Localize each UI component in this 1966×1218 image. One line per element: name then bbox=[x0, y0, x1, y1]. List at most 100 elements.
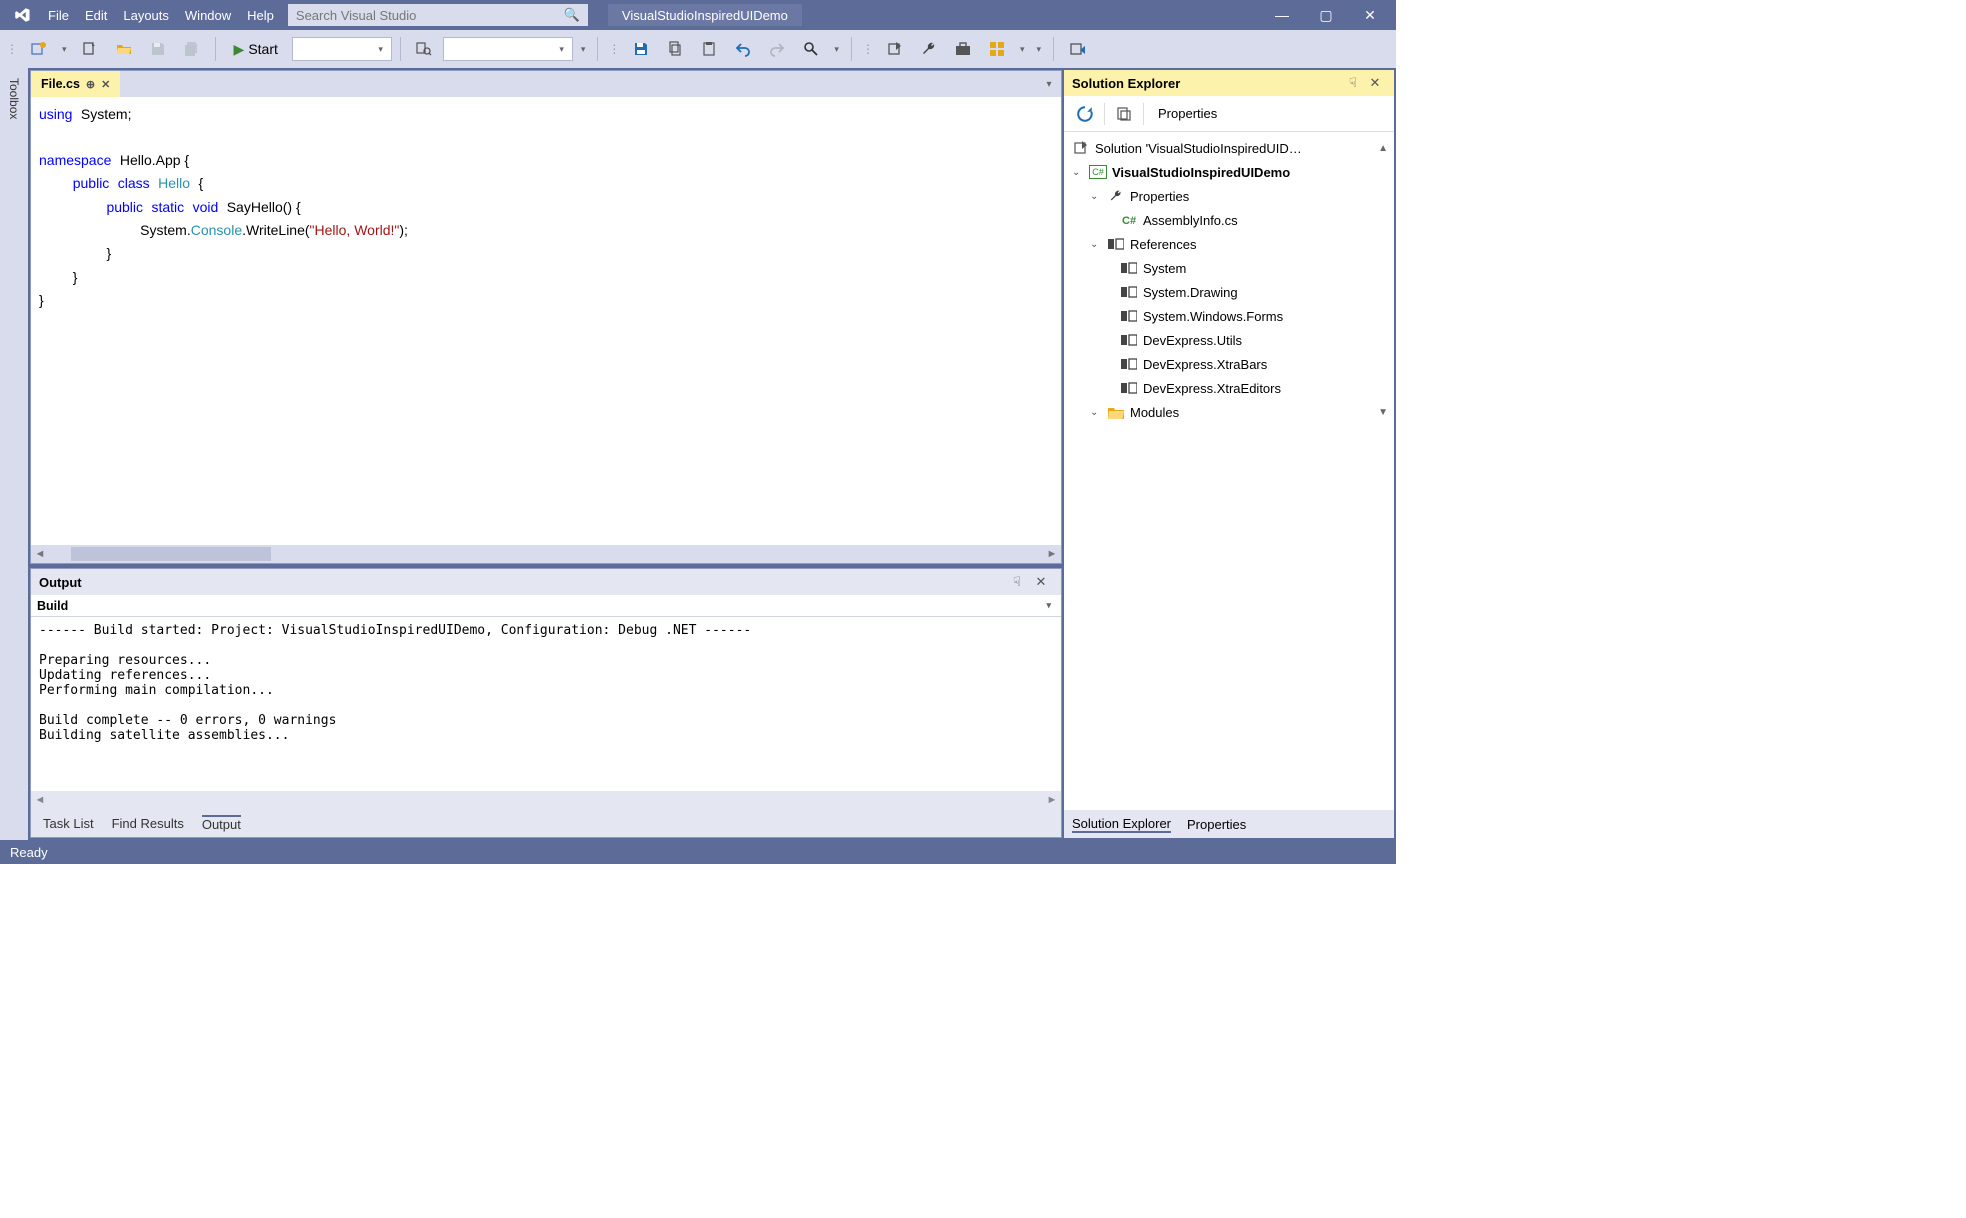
import-button[interactable] bbox=[1062, 34, 1092, 64]
scroll-thumb[interactable] bbox=[71, 547, 271, 561]
close-tab-icon[interactable]: ✕ bbox=[101, 78, 110, 91]
chevron-down-icon[interactable]: ⌄ bbox=[1072, 167, 1084, 178]
undo-button[interactable] bbox=[728, 34, 758, 64]
tree-reference-item[interactable]: DevExpress.Utils bbox=[1064, 328, 1394, 352]
tree-reference-item[interactable]: DevExpress.XtraBars bbox=[1064, 352, 1394, 376]
tab-overflow-button[interactable]: ▾ bbox=[1037, 71, 1061, 97]
main-toolbar: ⋮ ▾ ▶Start ▾ ▾ ▾ ⋮ ▾ ⋮ ▾ ▾ bbox=[0, 30, 1396, 68]
refresh-button[interactable] bbox=[1070, 99, 1100, 129]
config-dropdown[interactable]: ▾ bbox=[292, 37, 392, 61]
toolbox-button[interactable] bbox=[948, 34, 978, 64]
tree-reference-item[interactable]: System.Windows.Forms bbox=[1064, 304, 1394, 328]
save-all-button[interactable] bbox=[177, 34, 207, 64]
copy-button[interactable] bbox=[660, 34, 690, 64]
side-tab-solution-explorer[interactable]: Solution Explorer bbox=[1072, 816, 1171, 833]
save-button-2[interactable] bbox=[626, 34, 656, 64]
code-editor: File.cs ⊕ ✕ ▾ using System; namespace He… bbox=[30, 70, 1062, 564]
svg-text:C#: C# bbox=[1092, 167, 1104, 177]
tree-reference-item[interactable]: DevExpress.XtraEditors bbox=[1064, 376, 1394, 400]
folder-icon bbox=[1107, 406, 1125, 419]
pin-icon[interactable]: ⊕ bbox=[86, 78, 95, 91]
wrench-button[interactable] bbox=[914, 34, 944, 64]
toolbar-grip-icon: ⋮ bbox=[606, 42, 622, 56]
scroll-right-icon[interactable]: ► bbox=[1043, 791, 1061, 809]
tree-solution-root[interactable]: Solution 'VisualStudioInspiredUID… ▲ bbox=[1064, 136, 1394, 160]
tree-references[interactable]: ⌄ References bbox=[1064, 232, 1394, 256]
editor-h-scrollbar[interactable]: ◄ ► bbox=[31, 545, 1061, 563]
close-button[interactable]: ✕ bbox=[1348, 0, 1392, 30]
toolbar-grip-icon: ⋮ bbox=[4, 42, 20, 56]
add-item-button[interactable] bbox=[75, 34, 105, 64]
menu-edit[interactable]: Edit bbox=[77, 8, 115, 23]
paste-button[interactable] bbox=[694, 34, 724, 64]
svg-text:C#: C# bbox=[1122, 215, 1136, 227]
reference-icon bbox=[1120, 358, 1138, 370]
tree-assemblyinfo[interactable]: C# AssemblyInfo.cs bbox=[1064, 208, 1394, 232]
collapse-all-button[interactable] bbox=[1109, 99, 1139, 129]
solution-tree[interactable]: Solution 'VisualStudioInspiredUID… ▲ ⌄ C… bbox=[1064, 132, 1394, 810]
tree-project[interactable]: ⌄ C# VisualStudioInspiredUIDemo bbox=[1064, 160, 1394, 184]
tree-reference-item[interactable]: System bbox=[1064, 256, 1394, 280]
output-h-scrollbar[interactable]: ◄ ► bbox=[31, 791, 1061, 809]
editor-tab-file[interactable]: File.cs ⊕ ✕ bbox=[31, 71, 120, 97]
close-icon[interactable]: ✕ bbox=[1029, 574, 1053, 590]
maximize-button[interactable]: ▢ bbox=[1304, 0, 1348, 30]
minimize-button[interactable]: — bbox=[1260, 0, 1304, 30]
scroll-left-icon[interactable]: ◄ bbox=[31, 791, 49, 809]
reference-icon bbox=[1120, 262, 1138, 274]
status-bar: Ready bbox=[0, 840, 1396, 864]
tab-output[interactable]: Output bbox=[202, 815, 241, 832]
pin-icon[interactable]: ☟ bbox=[1342, 75, 1364, 91]
output-title: Output bbox=[39, 575, 82, 590]
save-button[interactable] bbox=[143, 34, 173, 64]
title-bar: File Edit Layouts Window Help Search Vis… bbox=[0, 0, 1396, 30]
search-placeholder: Search Visual Studio bbox=[296, 8, 416, 23]
search-input[interactable]: Search Visual Studio 🔍 bbox=[288, 4, 588, 26]
scroll-down-icon[interactable]: ▼ bbox=[1378, 407, 1394, 418]
properties-label[interactable]: Properties bbox=[1148, 106, 1227, 121]
references-icon bbox=[1107, 238, 1125, 250]
dropdown-caret-icon[interactable]: ▾ bbox=[1042, 600, 1055, 611]
menu-file[interactable]: File bbox=[40, 8, 77, 23]
output-panel: Output ☟ ✕ Build ▾ ------ Build started:… bbox=[30, 568, 1062, 838]
dropdown-caret-icon[interactable]: ▾ bbox=[1016, 44, 1029, 55]
redo-button[interactable] bbox=[762, 34, 792, 64]
menu-help[interactable]: Help bbox=[239, 8, 282, 23]
dropdown-caret-icon[interactable]: ▾ bbox=[830, 44, 843, 55]
csharp-file-icon: C# bbox=[1120, 213, 1138, 227]
dropdown-caret-icon[interactable]: ▾ bbox=[577, 44, 590, 55]
scroll-up-icon[interactable]: ▲ bbox=[1378, 143, 1394, 154]
solution-icon bbox=[1072, 140, 1090, 156]
dropdown-caret-icon[interactable]: ▾ bbox=[1032, 44, 1045, 55]
tree-properties[interactable]: ⌄ Properties bbox=[1064, 184, 1394, 208]
layouts-button[interactable] bbox=[982, 34, 1012, 64]
scroll-left-icon[interactable]: ◄ bbox=[31, 548, 49, 560]
export-button[interactable] bbox=[880, 34, 910, 64]
chevron-down-icon[interactable]: ⌄ bbox=[1090, 407, 1102, 418]
chevron-down-icon[interactable]: ⌄ bbox=[1090, 191, 1102, 202]
new-project-button[interactable] bbox=[24, 34, 54, 64]
toolbox-tab[interactable]: Toolbox bbox=[5, 72, 23, 840]
tree-reference-item[interactable]: System.Drawing bbox=[1064, 280, 1394, 304]
side-tab-properties[interactable]: Properties bbox=[1187, 817, 1246, 832]
start-button[interactable]: ▶Start bbox=[224, 35, 288, 63]
csharp-project-icon: C# bbox=[1089, 165, 1107, 179]
pin-icon[interactable]: ☟ bbox=[1005, 574, 1029, 590]
menu-window[interactable]: Window bbox=[177, 8, 239, 23]
output-text[interactable]: ------ Build started: Project: VisualStu… bbox=[31, 617, 1061, 791]
chevron-down-icon[interactable]: ⌄ bbox=[1090, 239, 1102, 250]
close-icon[interactable]: ✕ bbox=[1364, 75, 1386, 91]
platform-dropdown[interactable]: ▾ bbox=[443, 37, 573, 61]
open-button[interactable] bbox=[109, 34, 139, 64]
menu-layouts[interactable]: Layouts bbox=[115, 8, 177, 23]
search-button[interactable] bbox=[796, 34, 826, 64]
tab-task-list[interactable]: Task List bbox=[43, 816, 94, 831]
dropdown-caret-icon[interactable]: ▾ bbox=[58, 44, 71, 55]
code-area[interactable]: using System; namespace Hello.App { publ… bbox=[31, 97, 1061, 545]
find-in-files-button[interactable] bbox=[409, 34, 439, 64]
tab-find-results[interactable]: Find Results bbox=[112, 816, 184, 831]
tree-modules[interactable]: ⌄ Modules ▼ bbox=[1064, 400, 1394, 424]
start-label: Start bbox=[248, 41, 278, 57]
scroll-right-icon[interactable]: ► bbox=[1043, 548, 1061, 560]
vs-logo-icon bbox=[10, 6, 34, 24]
